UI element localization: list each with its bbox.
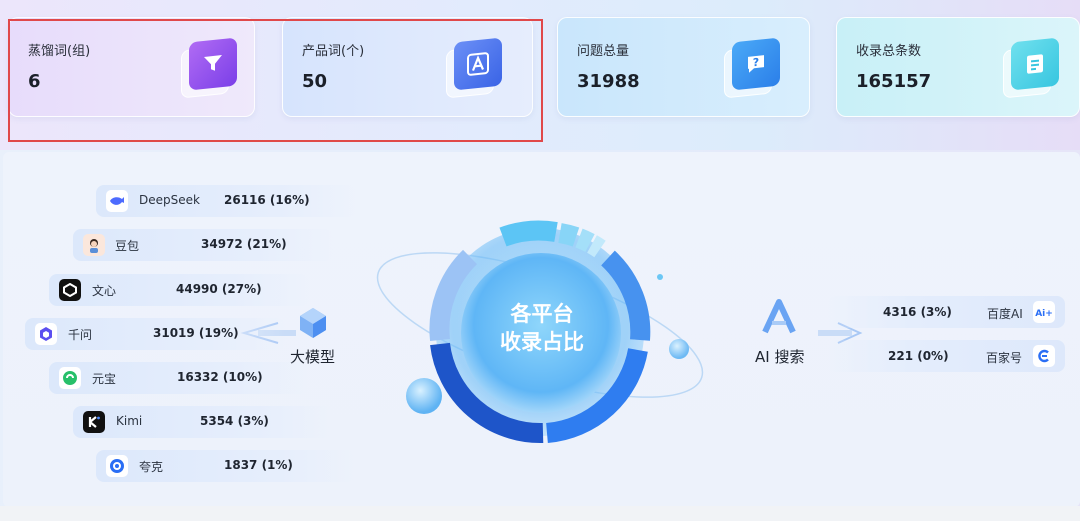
platform-value: 1837 (1%) [224,458,293,472]
group-label-ai-search: AI 搜索 [755,348,805,366]
platform-row-kimi[interactable]: Kimi 5354 (3%) [73,406,333,438]
platform-name: 百家号 [986,351,1023,365]
center-title-line: 各平台 [510,302,574,326]
platform-row-baijiahao[interactable]: 221 (0%) 百家号 [828,340,1065,372]
platform-row-qianwen[interactable]: 千问 31019 (19%) [25,318,285,350]
ai-search-icon [762,299,796,334]
platform-name: 豆包 [115,239,140,253]
platform-row-deepseek[interactable]: DeepSeek 26116 (16%) [96,185,356,217]
platform-name: 元宝 [92,372,117,386]
orbit-dot [657,274,663,280]
wenxin-icon [59,279,81,301]
cube-icon [300,308,326,338]
platform-name: 夸克 [139,460,164,474]
platform-name: 文心 [92,284,117,298]
footer-bar [0,506,1080,521]
svg-text:Ai+: Ai+ [1035,309,1053,318]
platform-value: 34972 (21%) [201,237,287,251]
platform-name: Kimi [116,414,143,428]
ring-segment [558,223,580,247]
kimi-icon [83,411,105,433]
platform-value: 26116 (16%) [224,193,310,207]
qianwen-icon [35,323,57,345]
center-title: 各平台 收录占比 [472,300,612,356]
platform-value: 5354 (3%) [200,414,269,428]
platform-value: 31019 (19%) [153,326,239,340]
platform-row-yuanbao[interactable]: 元宝 16332 (10%) [49,362,309,394]
ring-segment [575,228,595,252]
baijiahao-icon [1033,345,1055,367]
platform-row-doubao[interactable]: 豆包 34972 (21%) [73,229,333,261]
platform-value: 221 (0%) [888,349,949,363]
orbit-bubble [669,339,689,359]
platform-value: 16332 (10%) [177,370,263,384]
baidu-ai-icon: Ai+ [1033,301,1055,323]
ring-segment [499,220,558,247]
platform-value: 44990 (27%) [176,282,262,296]
platform-name: 百度AI [987,307,1023,321]
platform-row-kuake[interactable]: 夸克 1837 (1%) [96,450,356,482]
platform-row-baidu-ai[interactable]: 4316 (3%) 百度AI Ai+ [828,296,1065,328]
ring-segment [587,235,606,258]
platform-value: 4316 (3%) [883,305,952,319]
center-title-line: 收录占比 [500,330,584,354]
orbit-bubble [406,378,442,414]
platform-name: DeepSeek [139,193,200,207]
kuake-icon [106,455,128,477]
deepseek-whale-icon [106,190,128,212]
yuanbao-icon [59,367,81,389]
platform-name: 千问 [68,328,93,342]
doubao-avatar-icon [83,234,105,256]
platform-row-wenxin[interactable]: 文心 44990 (27%) [49,274,309,306]
